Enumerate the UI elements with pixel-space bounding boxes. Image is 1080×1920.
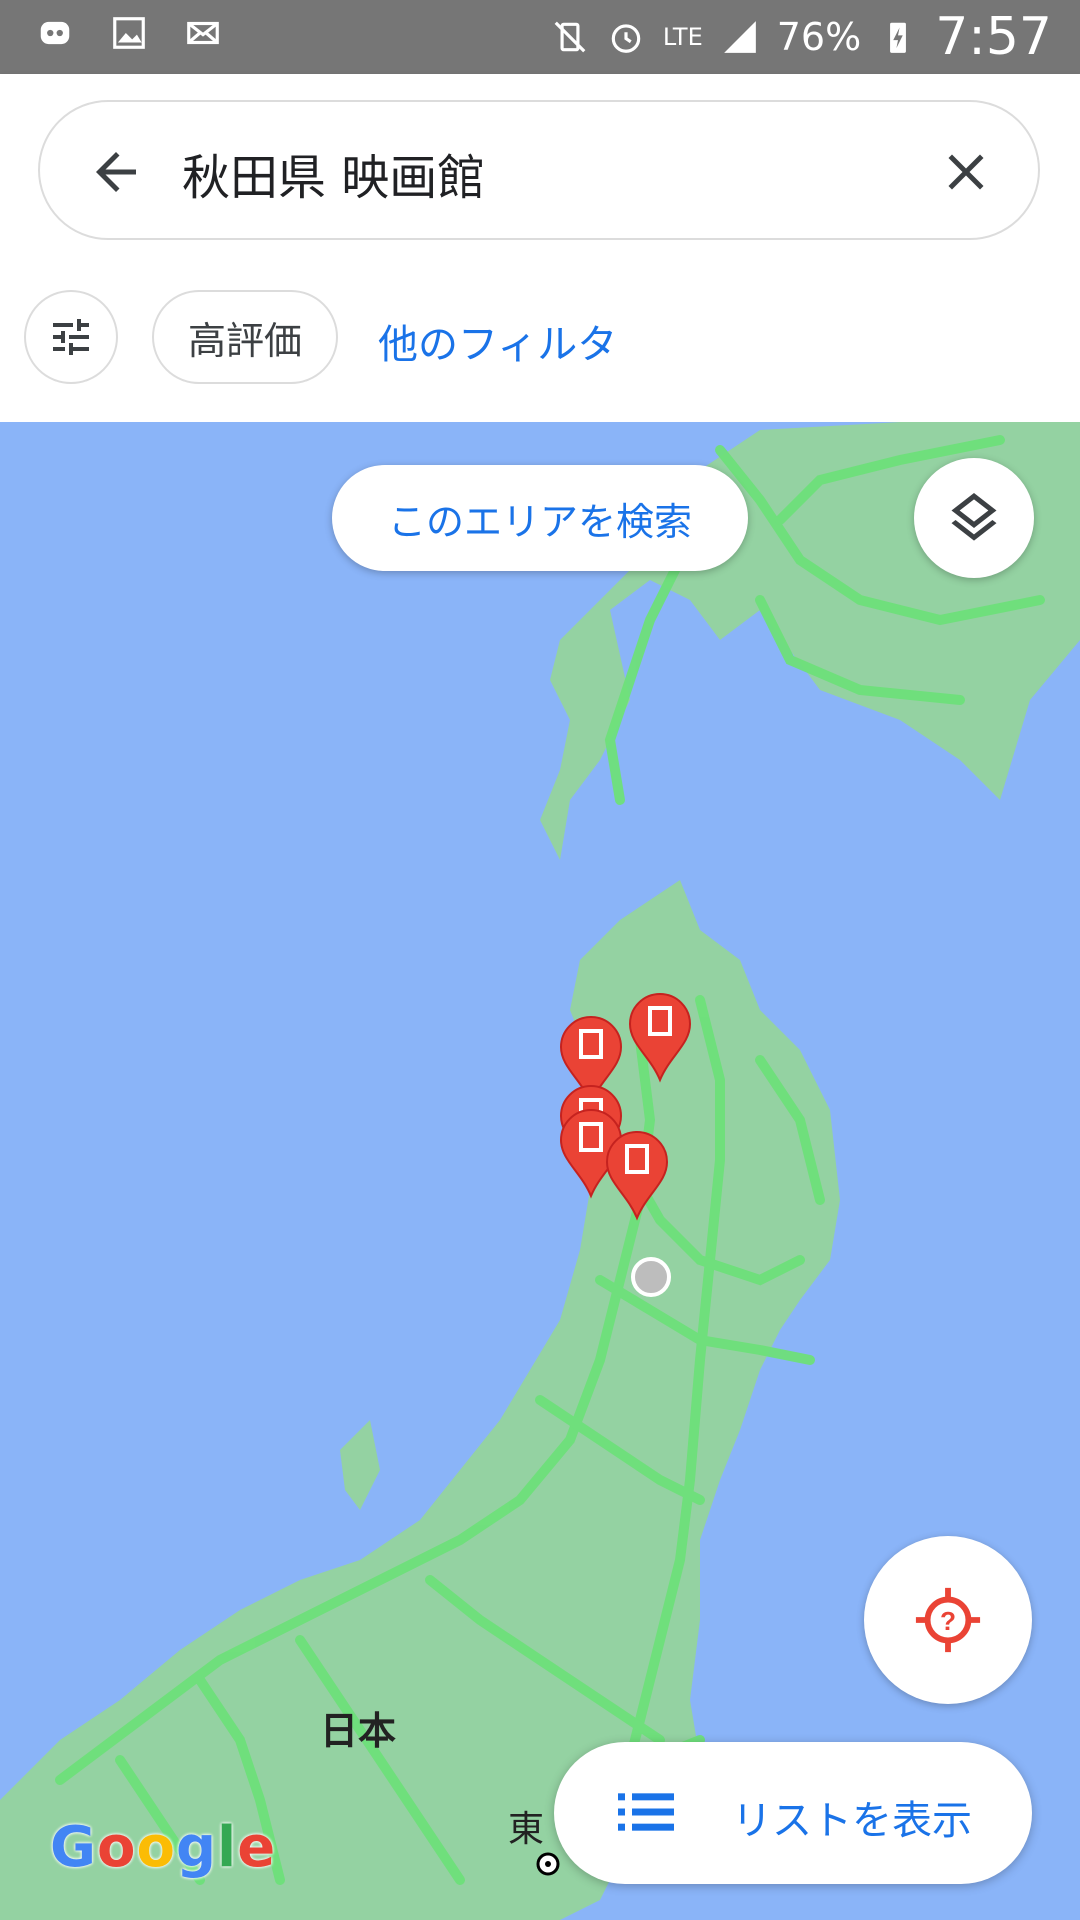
movie-pin-icon[interactable] (605, 1131, 669, 1221)
signal-icon (723, 21, 756, 53)
status-indicators: LTE 76% 7:57 (551, 0, 1052, 74)
network-type: LTE (662, 23, 703, 51)
battery-charging-icon (890, 22, 907, 53)
locate-icon: ? (915, 1587, 981, 1653)
top-rated-filter-chip[interactable]: 高評価 (152, 290, 339, 384)
layers-icon (951, 493, 997, 541)
filter-settings-button[interactable] (24, 290, 118, 384)
clock: 7:57 (935, 7, 1052, 67)
alarm-icon (611, 24, 641, 53)
movie-pin-icon[interactable] (628, 993, 692, 1083)
back-arrow-icon[interactable] (86, 142, 146, 202)
search-this-area-button[interactable]: このエリアを検索 (332, 465, 748, 571)
app-notification-icon (40, 21, 70, 45)
image-notification-icon (113, 17, 145, 49)
svg-text:?: ? (940, 1606, 956, 1636)
list-icon (618, 1793, 674, 1831)
show-list-label: リストを表示 (732, 1798, 972, 1844)
mail-notification-icon (187, 21, 219, 45)
more-filters-link[interactable]: 他のフィルタ (378, 312, 617, 370)
close-icon[interactable] (936, 142, 996, 202)
show-list-button[interactable]: リストを表示 (554, 1742, 1032, 1884)
filter-bar: 高評価 他のフィルタ (0, 290, 1080, 390)
map-label-tokyo: 東 (508, 1809, 545, 1850)
status-bar: LTE 76% 7:57 (0, 0, 1080, 74)
tune-icon (53, 319, 89, 355)
search-query[interactable]: 秋田県 映画館 (182, 138, 485, 208)
google-logo: Google (50, 1815, 277, 1880)
battery-percent: 76% (776, 15, 862, 59)
vibrate-mute-icon (554, 21, 586, 53)
my-location-button[interactable]: ? (864, 1536, 1032, 1704)
layers-button[interactable] (914, 458, 1034, 578)
search-header: 秋田県 映画館 高評価 他のフィルタ (0, 74, 1080, 422)
search-box[interactable]: 秋田県 映画館 (38, 100, 1040, 240)
map-label-japan: 日本 (320, 1709, 397, 1753)
notification-icons (36, 14, 222, 52)
